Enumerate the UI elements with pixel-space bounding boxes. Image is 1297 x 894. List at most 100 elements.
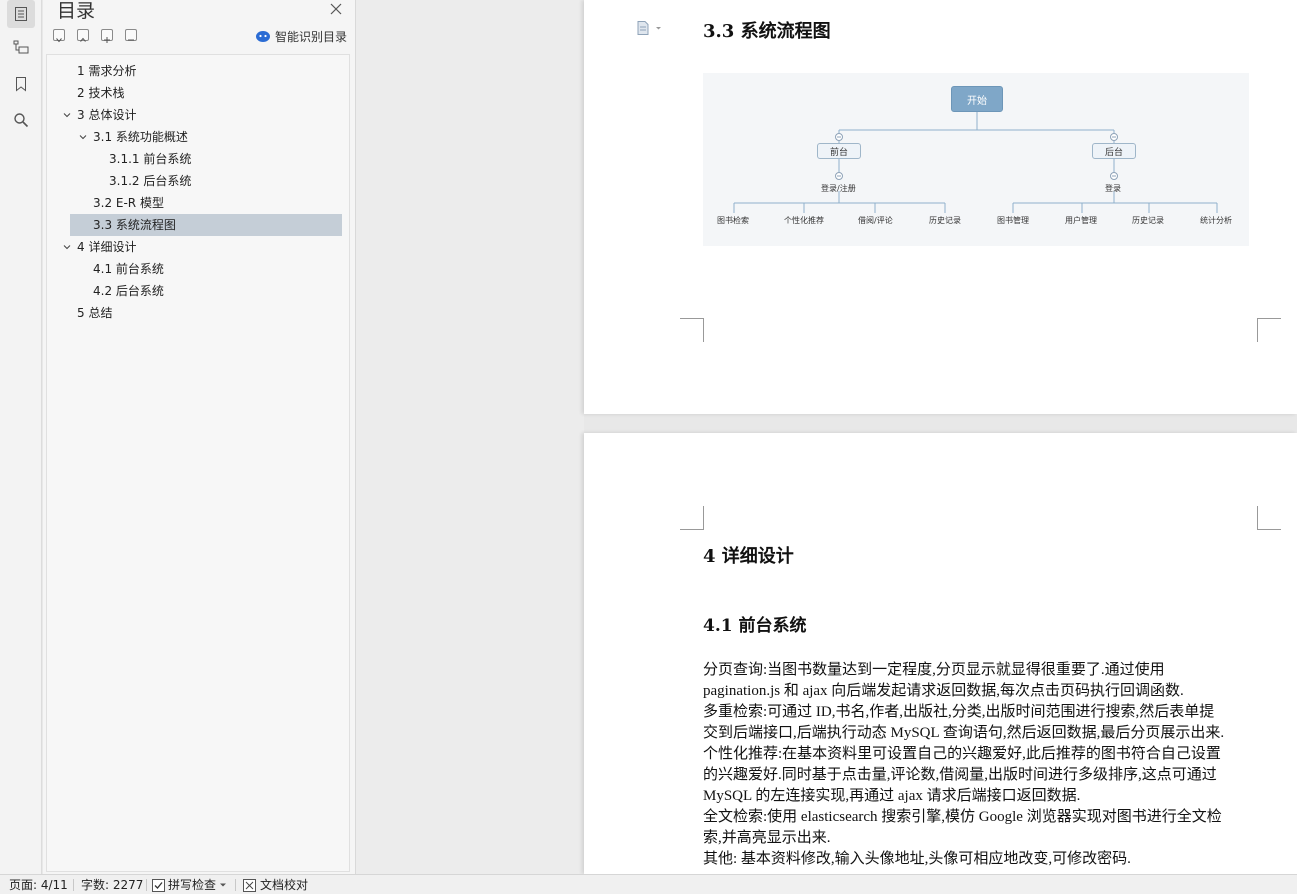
body-paragraphs[interactable]: 分页查询:当图书数量达到一定程度,分页显示就显得很重要了.通过使用 pagina… [703, 660, 1259, 870]
text-line: 全文检索:使用 elasticsearch 搜索引擎,模仿 Google 浏览器… [703, 809, 1222, 825]
system-flowchart: 开始 前台 后台 登录/注册 登录 图书检索 个性化推荐 借阅/评论 历史记录 … [703, 73, 1249, 246]
toc-item-2[interactable]: 2 技术栈 [70, 82, 342, 104]
text-line: MySQL 的左连接实现,再通过 ajax 请求后端接口返回数据. [703, 788, 1081, 804]
remove-heading-button[interactable] [125, 29, 137, 41]
flow-leaf: 个性化推荐 [784, 216, 824, 225]
toc-panel: 目录 智能识别目录 1 需求分析 2 技术栈 3 总体设计 3.1 系统功能概述… [43, 0, 356, 874]
toc-item-4[interactable]: 4 详细设计 [63, 236, 342, 258]
heading-4: 4 详细设计 [703, 546, 794, 567]
document-list-icon [15, 7, 27, 21]
toc-item-3-2[interactable]: 3.2 E-R 模型 [70, 192, 342, 214]
heading-4-1: 4.1 前台系统 [703, 616, 807, 636]
doc-proofread-label: 文档校对 [260, 878, 309, 892]
find-button[interactable] [7, 106, 35, 134]
status-divider [235, 879, 236, 891]
chevron-down-icon[interactable] [63, 111, 71, 119]
toc-item-3-1-2[interactable]: 3.1.2 后台系统 [70, 170, 342, 192]
text-line: 多重检索:可通过 ID,书名,作者,出版社,分类,出版时间范围进行搜索,然后表单… [703, 704, 1215, 720]
doc-proofread-button[interactable]: 文档校对 [243, 875, 308, 894]
document-canvas-margin [356, 0, 584, 874]
flow-node-front: 前台 [817, 143, 861, 159]
minus-icon [128, 39, 134, 41]
toc-item-label: 3.1 系统功能概述 [93, 130, 188, 144]
toc-item-4-2[interactable]: 4.2 后台系统 [70, 280, 342, 302]
flow-leaf: 历史记录 [1132, 216, 1164, 225]
toc-item-label: 4 详细设计 [77, 240, 137, 254]
toc-item-label: 2 技术栈 [77, 86, 125, 100]
toc-item-3-3[interactable]: 3.3 系统流程图 [70, 214, 342, 236]
document-page-4: 3.3 系统流程图 开始 前台 后台 登录/注册 登录 图书检索 个性化推荐 借… [584, 0, 1297, 414]
flow-leaf: 图书管理 [997, 216, 1029, 225]
document-page-5: 4 详细设计 4.1 前台系统 分页查询:当图书数量达到一定程度,分页显示就显得… [584, 433, 1297, 874]
toc-item-1[interactable]: 1 需求分析 [70, 60, 342, 82]
hierarchy-icon [13, 40, 29, 54]
flow-leaf: 历史记录 [929, 216, 961, 225]
collapse-all-button[interactable] [53, 29, 65, 43]
smart-toc-label: 智能识别目录 [275, 29, 348, 44]
crop-mark-bottom-left [680, 318, 704, 342]
toc-item-label: 4.1 前台系统 [93, 262, 164, 276]
spell-check-button[interactable]: 拼写检查 [152, 875, 227, 894]
word-count[interactable]: 字数: 2277 [81, 875, 143, 894]
flow-node-back-login: 登录 [1105, 184, 1121, 193]
chevron-down-icon [56, 38, 62, 43]
text-line: 其他: 基本资料修改,输入头像地址,头像可相应地改变,可修改密码. [703, 851, 1131, 867]
checkbox-checked-icon [152, 878, 165, 892]
text-line: 索,并高亮显示出来. [703, 830, 831, 846]
chevron-up-icon [80, 37, 86, 42]
text-line: 的兴趣爱好.同时基于点击量,评论数,借阅量,出版时间进行多级排序,这点可通过 [703, 767, 1217, 783]
toc-item-3-1[interactable]: 3.1 系统功能概述 [70, 126, 342, 148]
spell-check-label: 拼写检查 [168, 878, 217, 892]
toc-panel-button[interactable] [7, 0, 35, 28]
status-bar: 页面: 4/11 字数: 2277 拼写检查 文档校对 [0, 874, 1297, 894]
text-line: 交到后端接口,后端执行动态 MySQL 查询语句,然后返回数据,最后分页展示出来… [703, 725, 1225, 741]
add-heading-button[interactable] [101, 29, 113, 43]
chevron-down-icon[interactable] [79, 133, 87, 141]
page-indicator[interactable]: 页面: 4/11 [9, 875, 68, 894]
text-line: pagination.js 和 ajax 向后端发起请求返回数据,每次点击页码执… [703, 683, 1184, 699]
close-icon[interactable] [329, 2, 343, 16]
toc-item-5[interactable]: 5 总结 [70, 302, 342, 324]
toc-item-label: 3 总体设计 [77, 108, 137, 122]
search-icon [14, 113, 29, 128]
dropdown-arrow-icon [220, 883, 227, 887]
status-divider [146, 879, 147, 891]
flow-leaf: 统计分析 [1200, 216, 1232, 225]
bookmark-button[interactable] [7, 70, 35, 98]
heading-3-3: 3.3 系统流程图 [703, 21, 831, 42]
flow-node-back: 后台 [1092, 143, 1136, 159]
toc-item-3[interactable]: 3 总体设计 [63, 104, 342, 126]
bookmark-icon [16, 77, 26, 92]
flow-node-front-login: 登录/注册 [821, 184, 856, 193]
toc-title: 目录 [57, 0, 96, 22]
toc-item-label: 3.2 E-R 模型 [93, 196, 164, 210]
toc-item-label: 4.2 后台系统 [93, 284, 164, 298]
toc-item-label: 5 总结 [77, 306, 113, 320]
toc-item-label: 3.1.1 前台系统 [109, 152, 192, 166]
smart-toc-button[interactable]: 智能识别目录 [255, 27, 347, 45]
flow-leaf: 用户管理 [1065, 216, 1097, 225]
left-tool-rail [0, 0, 42, 874]
toc-tree: 1 需求分析 2 技术栈 3 总体设计 3.1 系统功能概述 3.1.1 前台系… [46, 54, 350, 872]
toc-item-label: 3.1.2 后台系统 [109, 174, 192, 188]
toc-item-4-1[interactable]: 4.1 前台系统 [70, 258, 342, 280]
ai-cloud-icon [256, 31, 270, 42]
text-line: 个性化推荐:在基本资料里可设置自己的兴趣爱好,此后推荐的图书符合自己设置 [703, 746, 1221, 762]
outline-button[interactable] [7, 33, 35, 61]
proofread-icon [243, 878, 256, 892]
toc-item-label: 1 需求分析 [77, 64, 137, 78]
expand-up-button[interactable] [77, 29, 89, 42]
wps-writer-window: 目录 智能识别目录 1 需求分析 2 技术栈 3 总体设计 3.1 系统功能概述… [0, 0, 1297, 894]
crop-mark-top-left [680, 506, 704, 530]
paragraph-format-icon[interactable] [636, 20, 664, 36]
text-line: 分页查询:当图书数量达到一定程度,分页显示就显得很重要了.通过使用 [703, 662, 1165, 678]
flow-node-start: 开始 [951, 86, 1003, 112]
crop-mark-bottom-right [1257, 318, 1281, 342]
plus-icon [104, 37, 110, 43]
crop-mark-top-right [1257, 506, 1281, 530]
flow-leaf: 借阅/评论 [858, 216, 893, 225]
flow-leaf: 图书检索 [717, 216, 749, 225]
chevron-down-icon[interactable] [63, 243, 71, 251]
toc-item-3-1-1[interactable]: 3.1.1 前台系统 [70, 148, 342, 170]
status-divider [73, 879, 74, 891]
